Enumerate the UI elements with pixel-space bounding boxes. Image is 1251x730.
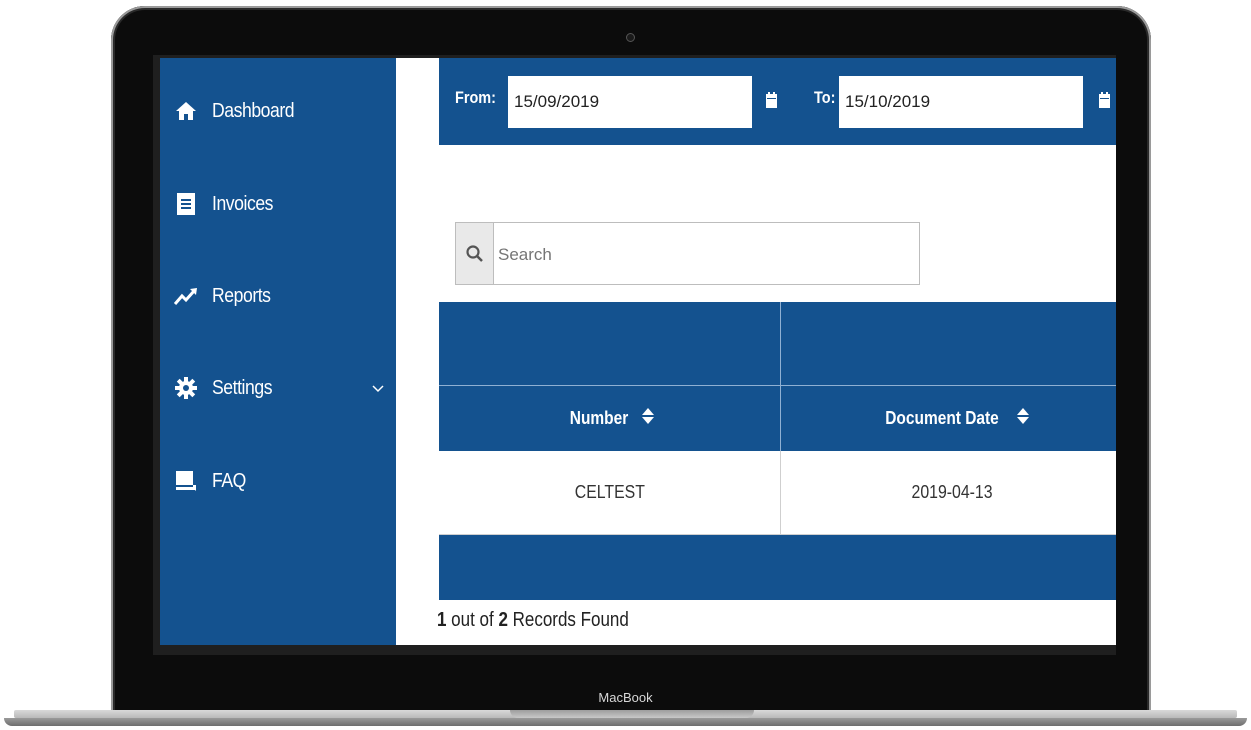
date-filter-bar: From: To: xyxy=(439,58,1116,145)
column-header-label: Number xyxy=(570,408,629,428)
from-date-input[interactable] xyxy=(508,76,752,128)
records-count: 1 out of 2 Records Found xyxy=(437,609,629,632)
cell-document-date: 2019-04-13 xyxy=(911,482,994,502)
to-label: To: xyxy=(814,88,836,107)
main-content: From: To: xyxy=(396,58,1116,645)
records-shown: 1 xyxy=(437,609,447,631)
calendar-icon[interactable] xyxy=(1099,92,1110,113)
document-icon xyxy=(174,192,198,216)
records-middle: out of xyxy=(446,609,499,631)
column-header-document-date[interactable]: Document Date xyxy=(781,386,1116,451)
device-brand-label: MacBook xyxy=(598,690,653,705)
from-label: From: xyxy=(455,88,496,107)
column-header-number[interactable]: Number xyxy=(439,386,781,451)
gear-icon xyxy=(174,376,198,400)
sidebar-item-label: Dashboard xyxy=(212,99,295,122)
sidebar-item-label: Settings xyxy=(212,376,273,399)
table-group-header xyxy=(439,302,1116,386)
trend-icon xyxy=(174,284,198,308)
app-window: Dashboard Invoices Reports Settings FAQ … xyxy=(160,58,1116,645)
sidebar-item-settings[interactable]: Settings xyxy=(174,368,384,408)
table-cell xyxy=(439,302,781,385)
camera xyxy=(626,33,635,42)
laptop-base xyxy=(0,710,1251,730)
sidebar-item-label: FAQ xyxy=(212,469,246,492)
chat-icon xyxy=(174,469,198,493)
sidebar-item-reports[interactable]: Reports xyxy=(174,276,384,316)
search-icon xyxy=(456,223,494,284)
table-footer xyxy=(439,535,1116,600)
search-input[interactable] xyxy=(496,223,920,286)
sort-icon[interactable] xyxy=(1016,408,1029,429)
column-header-label: Document Date xyxy=(885,408,1000,428)
table-cell: CELTEST xyxy=(439,451,781,534)
sidebar-item-invoices[interactable]: Invoices xyxy=(174,184,384,224)
sidebar-item-faq[interactable]: FAQ xyxy=(174,461,384,501)
sidebar: Dashboard Invoices Reports Settings FAQ xyxy=(160,58,396,645)
table-header: Number Document Date xyxy=(439,386,1116,451)
records-total: 2 xyxy=(498,609,508,631)
base-notch xyxy=(510,710,754,718)
sidebar-item-label: Invoices xyxy=(212,192,274,215)
to-date-input[interactable] xyxy=(839,76,1083,128)
table-row[interactable]: CELTEST 2019-04-13 xyxy=(439,451,1116,535)
base-bottom xyxy=(4,718,1247,726)
table-cell xyxy=(781,302,1116,385)
sidebar-item-label: Reports xyxy=(212,284,271,307)
records-suffix: Records Found xyxy=(507,609,629,631)
home-icon xyxy=(174,99,198,123)
table-cell: 2019-04-13 xyxy=(781,451,1116,534)
chevron-down-icon[interactable] xyxy=(372,380,384,398)
sidebar-item-dashboard[interactable]: Dashboard xyxy=(174,91,384,131)
cell-number: CELTEST xyxy=(574,482,645,502)
invoice-table: Number Document Date CELTEST 2019-04-13 xyxy=(439,302,1116,600)
sort-icon[interactable] xyxy=(641,408,654,429)
search-box xyxy=(455,222,920,286)
screen: Dashboard Invoices Reports Settings FAQ … xyxy=(153,55,1116,655)
calendar-icon[interactable] xyxy=(766,92,777,113)
